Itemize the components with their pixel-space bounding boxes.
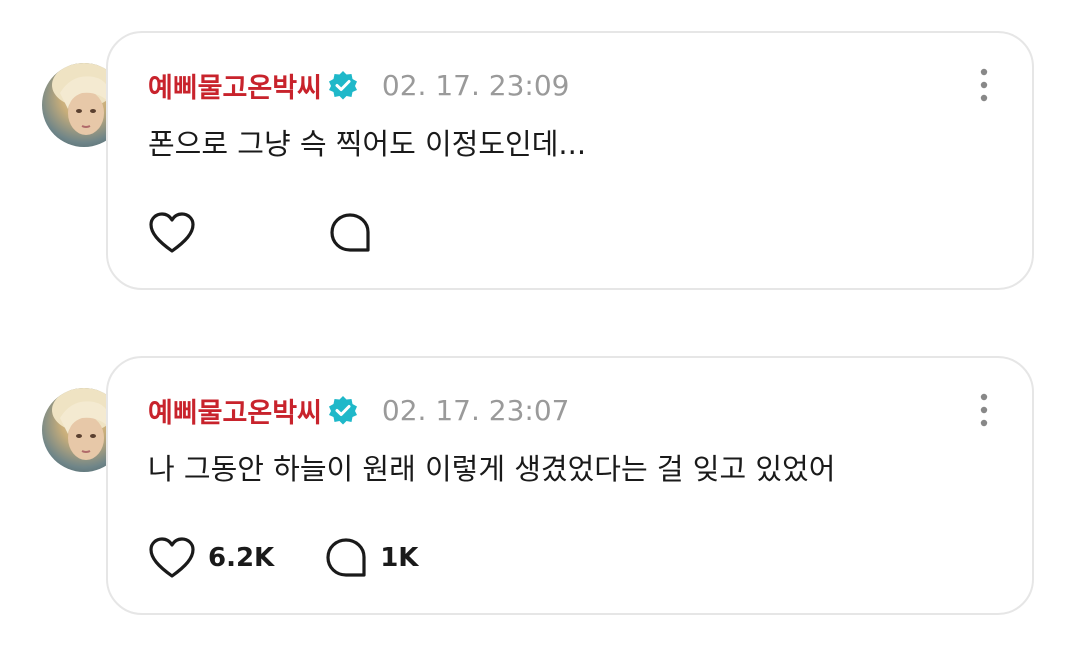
more-vertical-icon xyxy=(980,68,988,102)
verified-badge-icon xyxy=(328,70,358,100)
more-options-button[interactable] xyxy=(974,392,994,428)
username[interactable]: 예삐물고온박씨 xyxy=(148,66,322,105)
like-button[interactable] xyxy=(148,211,208,255)
post-card: 예삐물고온박씨 02. 17. 23:07 나 그동안 하늘이 원래 이렇게 생… xyxy=(106,356,1034,615)
comment-button[interactable] xyxy=(328,211,384,255)
comment-button[interactable]: 1K xyxy=(324,536,418,580)
comment-bubble-icon xyxy=(326,538,366,577)
heart-icon xyxy=(149,537,195,578)
like-count: 6.2K xyxy=(208,543,275,573)
username[interactable]: 예삐물고온박씨 xyxy=(148,391,322,430)
post-actions: 6.2K 1K xyxy=(148,536,418,580)
heart-icon xyxy=(149,212,195,253)
post-card: 예삐물고온박씨 02. 17. 23:09 폰으로 그냥 슥 찍어도 이정도인데… xyxy=(106,31,1034,290)
post-text: 폰으로 그냥 슥 찍어도 이정도인데... xyxy=(148,127,587,161)
more-options-button[interactable] xyxy=(974,67,994,103)
post-actions xyxy=(148,211,384,255)
verified-badge-icon xyxy=(328,395,358,425)
post-header: 예삐물고온박씨 02. 17. 23:09 xyxy=(148,63,569,107)
comment-count: 1K xyxy=(380,543,419,573)
like-button[interactable]: 6.2K xyxy=(148,536,274,580)
timestamp: 02. 17. 23:09 xyxy=(381,68,570,102)
more-vertical-icon xyxy=(980,393,988,427)
timestamp: 02. 17. 23:07 xyxy=(381,393,570,427)
comment-bubble-icon xyxy=(330,213,370,252)
post-text: 나 그동안 하늘이 원래 이렇게 생겼었다는 걸 잊고 있었어 xyxy=(148,452,836,486)
post-header: 예삐물고온박씨 02. 17. 23:07 xyxy=(148,388,569,432)
